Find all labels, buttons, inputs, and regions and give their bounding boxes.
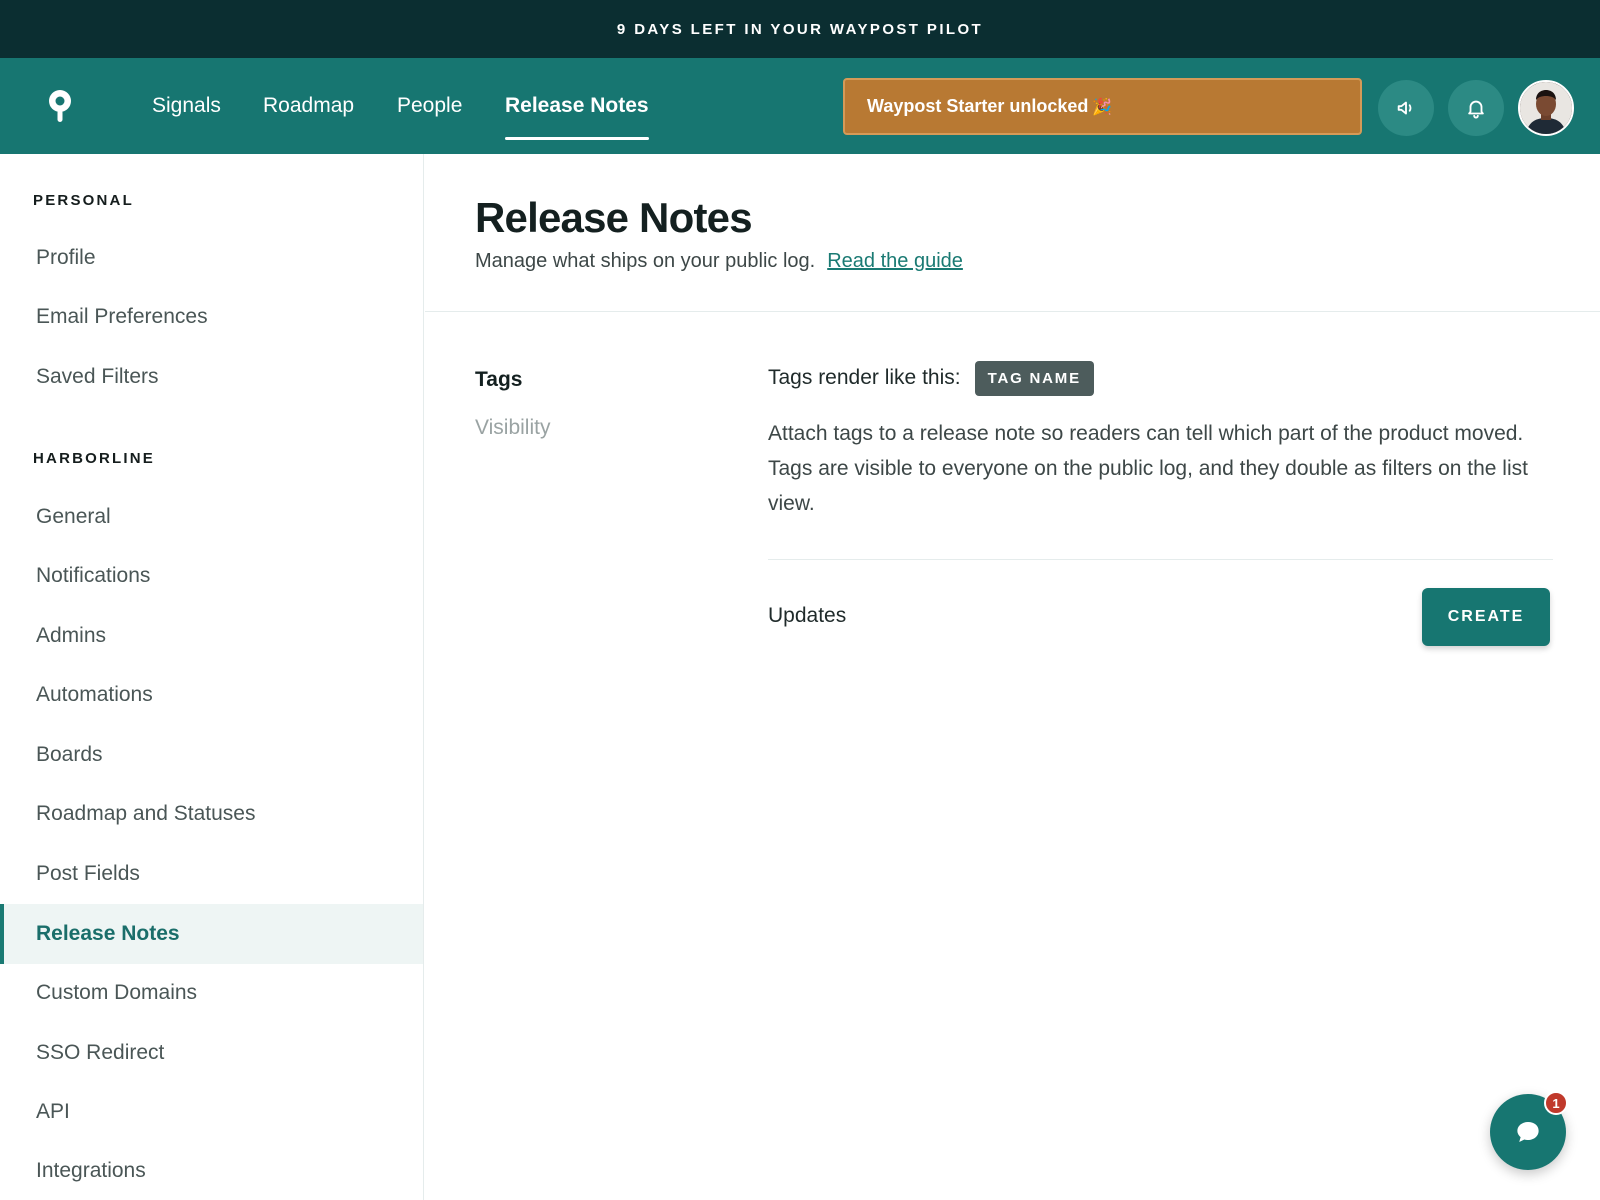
sidebar-item-roadmap-and-statuses[interactable]: Roadmap and Statuses: [0, 784, 423, 844]
sidebar-item-label: Custom Domains: [36, 981, 198, 1004]
sidebar-item-boards[interactable]: Boards: [0, 725, 423, 785]
sidebar-item-integrations[interactable]: Integrations: [0, 1141, 423, 1200]
tag-chip-sample: TAG NAME: [974, 360, 1094, 396]
sidebar-item-label: Post Fields: [36, 862, 140, 885]
section-nav-visibility[interactable]: Visibility: [475, 416, 550, 440]
notifications-button[interactable]: [1448, 80, 1504, 136]
bell-icon: [1468, 100, 1484, 119]
sidebar-item-email-preferences[interactable]: Email Preferences: [0, 287, 423, 347]
sidebar-item-label: Automations: [36, 683, 153, 706]
chat-bubble-icon: [1517, 1122, 1539, 1142]
nav-people-label: People: [397, 94, 463, 117]
top-navigation-bar: Signals Roadmap People Release Notes Way…: [0, 58, 1600, 154]
sidebar-item-saved-filters[interactable]: Saved Filters: [0, 347, 423, 407]
sidebar-item-sso-redirect[interactable]: SSO Redirect: [0, 1023, 423, 1083]
sidebar-item-api[interactable]: API: [0, 1082, 423, 1142]
nav-signals-label: Signals: [152, 94, 221, 117]
subtitle-text: Manage what ships on your public log.: [475, 250, 816, 272]
sidebar-item-label: Integrations: [36, 1159, 146, 1182]
sidebar-item-label: Saved Filters: [36, 365, 159, 388]
nav-roadmap[interactable]: Roadmap: [263, 58, 354, 154]
map-pin-icon[interactable]: [40, 86, 80, 126]
trial-banner: 9 DAYS LEFT IN YOUR WAYPOST PILOT: [0, 0, 1600, 58]
nav-release-notes[interactable]: Release Notes: [505, 58, 649, 154]
sidebar-item-label: API: [36, 1100, 70, 1123]
promo-banner-button[interactable]: Waypost Starter unlocked 🎉: [843, 78, 1362, 135]
megaphone-icon: [1397, 101, 1412, 115]
sidebar-item-custom-domains[interactable]: Custom Domains: [0, 963, 423, 1023]
sidebar-item-release-notes[interactable]: Release Notes: [0, 904, 423, 964]
sidebar-heading-harborline: HARBORLINE: [33, 450, 155, 467]
sidebar-item-admins[interactable]: Admins: [0, 606, 423, 666]
nav-release-notes-label: Release Notes: [505, 94, 649, 117]
nav-signals[interactable]: Signals: [152, 58, 221, 154]
read-guide-link[interactable]: Read the guide: [827, 250, 963, 272]
sidebar-item-label: SSO Redirect: [36, 1041, 165, 1064]
sidebar-item-automations[interactable]: Automations: [0, 665, 423, 725]
nav-active-underline: [505, 137, 649, 140]
sidebar-item-label: Release Notes: [36, 922, 180, 945]
sidebar-item-label: Profile: [36, 246, 96, 269]
section-nav-tags[interactable]: Tags: [475, 368, 522, 392]
sidebar-item-label: Notifications: [36, 564, 151, 587]
sidebar-item-label: General: [36, 505, 111, 528]
sidebar-item-label: Roadmap and Statuses: [36, 802, 256, 825]
tag-preview-row: Tags render like this: TAG NAME: [768, 360, 1094, 396]
sidebar-item-label: Admins: [36, 624, 107, 647]
create-button[interactable]: CREATE: [1422, 588, 1550, 646]
header-divider: [425, 311, 1600, 312]
party-popper-icon: 🎉: [1092, 98, 1113, 116]
page-title: Release Notes: [475, 194, 753, 241]
sidebar-item-label: Boards: [36, 743, 103, 766]
tags-description: Attach tags to a release note so readers…: [768, 422, 1528, 515]
settings-sidebar: PERSONAL Profile Email Preferences Saved…: [0, 154, 424, 1200]
main-content: Release Notes Manage what ships on your …: [425, 154, 1600, 1200]
chat-unread-badge: 1: [1544, 1091, 1568, 1115]
sidebar-item-profile[interactable]: Profile: [0, 228, 423, 288]
user-avatar[interactable]: [1518, 80, 1574, 136]
sidebar-item-post-fields[interactable]: Post Fields: [0, 844, 423, 904]
promo-label: Waypost Starter unlocked: [867, 96, 1089, 116]
content-divider: [768, 559, 1553, 560]
nav-people[interactable]: People: [397, 58, 462, 154]
page-subtitle: Manage what ships on your public log. Rea…: [475, 250, 963, 273]
updates-label: Updates: [768, 604, 847, 627]
announcements-button[interactable]: [1378, 80, 1434, 136]
sidebar-item-general[interactable]: General: [0, 487, 423, 547]
tag-preview-label: Tags render like this:: [768, 366, 961, 389]
sidebar-heading-personal: PERSONAL: [33, 192, 134, 209]
trial-banner-text: 9 DAYS LEFT IN YOUR WAYPOST PILOT: [616, 20, 984, 38]
sidebar-item-notifications[interactable]: Notifications: [0, 546, 423, 606]
sidebar-item-label: Email Preferences: [36, 305, 208, 328]
nav-roadmap-label: Roadmap: [263, 94, 355, 117]
